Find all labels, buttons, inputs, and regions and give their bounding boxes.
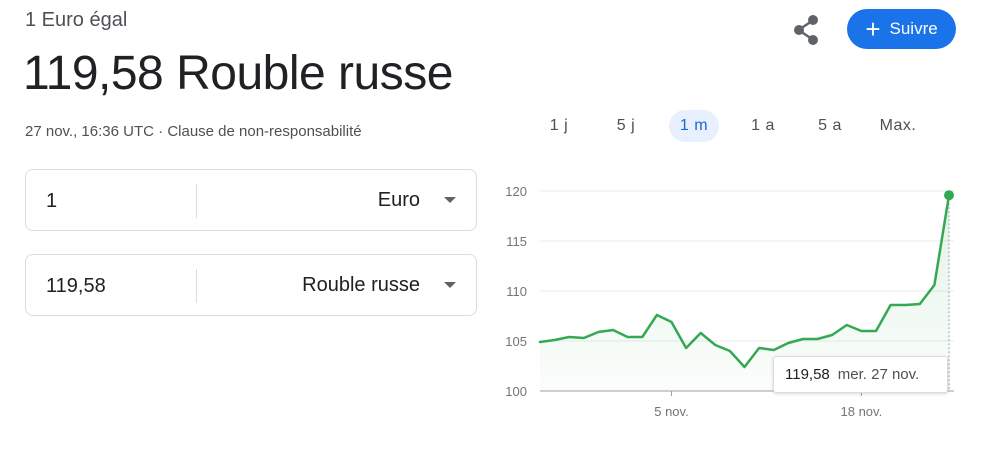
divider bbox=[196, 269, 197, 303]
tooltip-value: 119,58 bbox=[785, 366, 830, 383]
rate-meta: 27 nov., 16:36 UTC · Clause de non-respo… bbox=[25, 123, 362, 140]
x-tick-label: 5 nov. bbox=[654, 404, 688, 419]
timestamp: 27 nov., 16:36 UTC bbox=[25, 123, 154, 140]
exchange-rate-chart[interactable]: 100 105 110 115 120 5 nov. 18 nov. bbox=[490, 170, 1000, 452]
range-tabs: 1 j 5 j 1 m 1 a 5 a Max. bbox=[530, 108, 950, 144]
y-tick-label: 105 bbox=[505, 334, 527, 349]
y-tick-label: 100 bbox=[505, 384, 527, 399]
plus-icon: + bbox=[865, 14, 881, 44]
tab-5d[interactable]: 5 j bbox=[603, 110, 649, 142]
chevron-down-icon[interactable] bbox=[444, 197, 456, 203]
tab-1d[interactable]: 1 j bbox=[536, 110, 582, 142]
from-currency-row: 1 Euro bbox=[25, 169, 477, 231]
to-currency-select[interactable]: Rouble russe bbox=[302, 255, 420, 315]
x-tick-label: 18 nov. bbox=[841, 404, 883, 419]
disclaimer-link[interactable]: Clause de non-responsabilité bbox=[167, 123, 361, 140]
to-currency-row: 119,58 Rouble russe bbox=[25, 254, 477, 316]
exchange-rate: 119,58 Rouble russe bbox=[23, 47, 453, 100]
share-icon[interactable] bbox=[789, 13, 823, 47]
follow-button[interactable]: + Suivre bbox=[847, 9, 956, 49]
tab-1m[interactable]: 1 m bbox=[669, 110, 719, 142]
y-tick-label: 110 bbox=[506, 284, 527, 299]
y-tick-label: 115 bbox=[506, 234, 527, 249]
tab-5y[interactable]: 5 a bbox=[807, 110, 853, 142]
hover-point bbox=[944, 190, 954, 201]
rate-subtitle: 1 Euro égal bbox=[25, 9, 128, 31]
y-tick-label: 120 bbox=[505, 184, 527, 199]
meta-separator: · bbox=[153, 123, 168, 140]
follow-label: Suivre bbox=[889, 19, 938, 38]
from-currency-select[interactable]: Euro bbox=[378, 170, 420, 230]
tab-max[interactable]: Max. bbox=[870, 110, 926, 142]
chart-tooltip: 119,58 mer. 27 nov. bbox=[773, 356, 948, 393]
to-amount-input[interactable]: 119,58 bbox=[46, 255, 186, 315]
tooltip-date: mer. 27 nov. bbox=[837, 366, 920, 383]
from-amount-input[interactable]: 1 bbox=[46, 170, 186, 230]
divider bbox=[196, 184, 197, 218]
chevron-down-icon[interactable] bbox=[444, 282, 456, 288]
tab-1y[interactable]: 1 a bbox=[740, 110, 786, 142]
